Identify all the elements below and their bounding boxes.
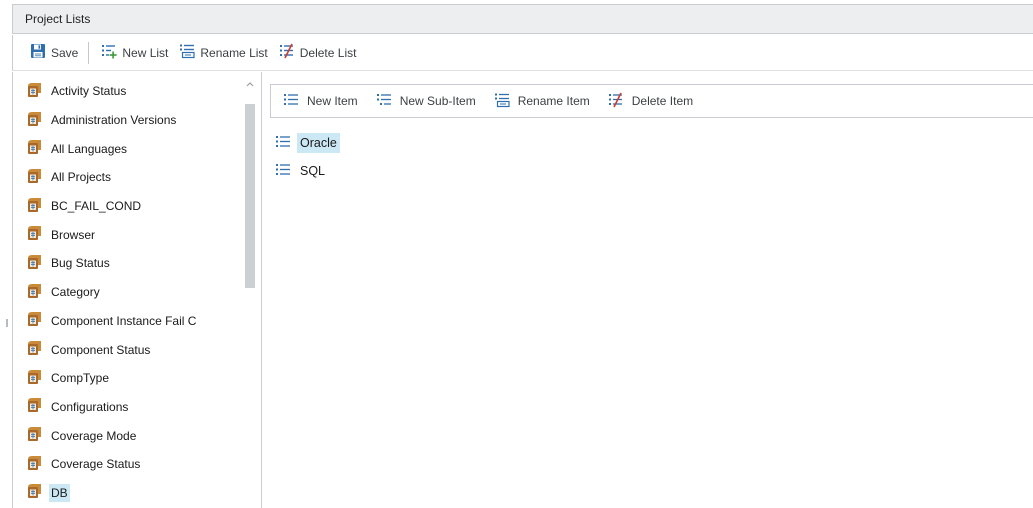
list-label: Bug Status [51, 256, 110, 271]
list-label: Coverage Mode [51, 428, 137, 443]
list-entry[interactable]: SQL [275, 157, 340, 185]
list-label: Component Instance Fail C [51, 313, 197, 328]
panel-title: Project Lists [25, 12, 91, 26]
list-icon [26, 139, 42, 158]
save-button[interactable]: Save [27, 41, 81, 65]
pane-resize-handle[interactable] [6, 319, 8, 327]
list-icon [26, 283, 42, 302]
delete-list-label: Delete List [299, 45, 357, 60]
rename-item-label: Rename Item [517, 94, 590, 108]
list-item-selected[interactable]: DB [13, 479, 243, 508]
list-item[interactable]: Configurations [13, 393, 243, 422]
list-label: CompType [51, 371, 110, 386]
toolbar-separator [88, 41, 90, 64]
new-subitem-icon [376, 92, 392, 111]
list-item[interactable]: Browser [13, 220, 243, 249]
list-icon [26, 225, 42, 244]
list-icon [26, 483, 42, 502]
list-label: Activity Status [51, 84, 127, 99]
delete-list-icon [279, 43, 295, 62]
main-toolbar: Save New List Rename List Delete List [12, 35, 1033, 71]
list-item[interactable]: Component Instance Fail C [13, 307, 243, 336]
list-icon [26, 82, 42, 101]
list-item[interactable]: BC_FAIL_COND [13, 192, 243, 221]
list-item[interactable]: Component Status [13, 335, 243, 364]
list-entry-icon [275, 134, 291, 153]
list-label: Category [51, 285, 100, 300]
delete-item-label: Delete Item [631, 94, 694, 108]
save-label: Save [51, 45, 79, 60]
new-subitem-label: New Sub-Item [399, 94, 476, 108]
panel-header: Project Lists [12, 4, 1033, 34]
list-item[interactable]: All Languages [13, 134, 243, 163]
new-list-label: New List [122, 45, 169, 60]
list-icon [26, 369, 42, 388]
rename-list-label: Rename List [200, 45, 268, 60]
list-icon [26, 426, 42, 445]
list-item[interactable]: CompType [13, 364, 243, 393]
list-entry-icon [275, 162, 291, 181]
item-toolbar: New Item New Sub-Item Rename Item Delete… [270, 84, 1033, 118]
new-subitem-button[interactable]: New Sub-Item [376, 92, 476, 111]
list-item[interactable]: Category [13, 278, 243, 307]
project-lists-tree: Activity Status Administration Versions … [13, 77, 243, 507]
list-item[interactable]: Activity Status [13, 77, 243, 106]
list-label: All Languages [51, 141, 128, 156]
scrollbar-thumb[interactable] [245, 104, 255, 288]
rename-item-button[interactable]: Rename Item [494, 92, 590, 111]
list-icon [26, 254, 42, 273]
list-label: Administration Versions [51, 113, 177, 128]
list-item[interactable]: Coverage Status [13, 450, 243, 479]
list-label: Browser [51, 227, 96, 242]
list-icon [26, 197, 42, 216]
list-item[interactable]: Administration Versions [13, 106, 243, 135]
new-item-label: New Item [307, 94, 358, 108]
list-icon [26, 311, 42, 330]
list-entry-label: SQL [300, 164, 326, 178]
rename-list-button[interactable]: Rename List [176, 41, 270, 65]
list-label: Coverage Status [51, 457, 141, 472]
list-icon [26, 340, 42, 359]
list-label: BC_FAIL_COND [51, 199, 142, 214]
vertical-scrollbar[interactable] [244, 78, 256, 508]
list-label: Configurations [51, 399, 129, 414]
delete-item-button[interactable]: Delete Item [608, 92, 693, 111]
list-label: All Projects [51, 170, 112, 185]
new-item-icon [283, 92, 299, 111]
list-entry-label: Oracle [297, 133, 340, 153]
list-item[interactable]: Bug Status [13, 249, 243, 278]
rename-list-icon [179, 43, 195, 62]
list-icon [26, 397, 42, 416]
new-list-icon [101, 43, 117, 62]
delete-item-icon [608, 92, 624, 111]
list-icon [26, 455, 42, 474]
list-item[interactable]: Coverage Mode [13, 421, 243, 450]
scroll-up-arrow-icon[interactable] [244, 78, 256, 92]
list-icon [26, 168, 42, 187]
list-label: DB [49, 483, 70, 502]
list-item[interactable]: All Projects [13, 163, 243, 192]
rename-item-icon [494, 92, 510, 111]
save-icon [30, 43, 46, 62]
list-entry-selected[interactable]: Oracle [275, 129, 340, 157]
delete-list-button[interactable]: Delete List [276, 41, 360, 65]
new-item-button[interactable]: New Item [283, 92, 358, 111]
new-list-button[interactable]: New List [98, 41, 171, 65]
project-lists-pane: Activity Status Administration Versions … [12, 72, 262, 508]
list-icon [26, 111, 42, 130]
list-items: Oracle SQL [275, 129, 340, 185]
list-label: Component Status [51, 342, 151, 357]
